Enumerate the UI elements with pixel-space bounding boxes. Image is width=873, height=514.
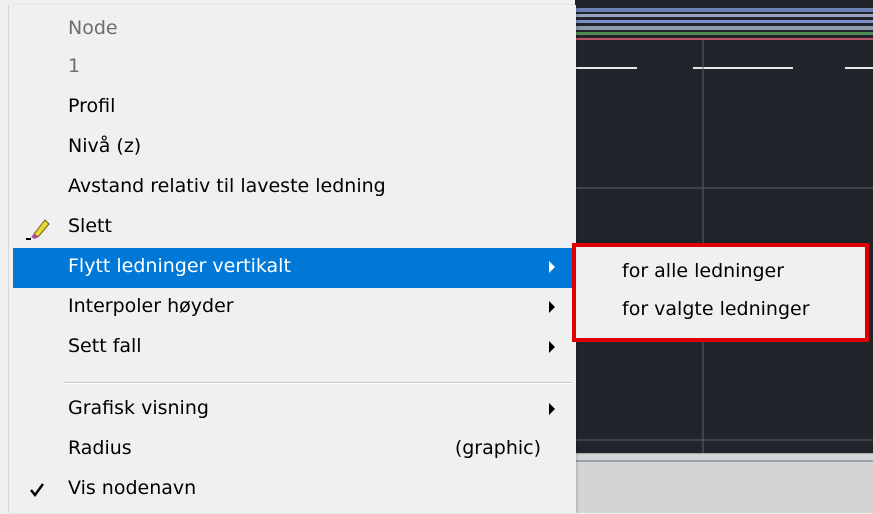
menu-item-label: Flytt ledninger vertikalt — [68, 255, 291, 277]
menu-item-label: Slett — [68, 215, 112, 237]
checkmark-icon — [17, 470, 57, 510]
menu-item-node-id: 1 — [13, 48, 574, 88]
menu-item-label: Profil — [68, 95, 116, 117]
context-menu: Node 1 Profil Nivå (z) Avstand relativ t… — [8, 5, 576, 513]
menu-item-radius[interactable]: Radius (graphic) — [13, 430, 574, 470]
menu-item-label: Interpoler høyder — [68, 295, 234, 317]
submenu-arrow-icon — [549, 261, 555, 273]
submenu-arrow-icon — [549, 403, 555, 415]
menu-item-label: Sett fall — [68, 335, 142, 357]
menu-item-label: Avstand relativ til laveste ledning — [68, 175, 386, 197]
eraser-icon — [25, 216, 51, 240]
menu-separator — [64, 382, 572, 384]
menu-item-label: Grafisk visning — [68, 397, 209, 419]
submenu-item-label: for valgte ledninger — [622, 298, 810, 320]
menu-item-vis-nodenavn[interactable]: Vis nodenavn — [13, 470, 574, 510]
menu-item-shortcut: (graphic) — [454, 437, 541, 459]
menu-item-profil[interactable]: Profil — [13, 88, 574, 128]
submenu-item-label: for alle ledninger — [622, 260, 785, 282]
submenu-arrow-icon — [549, 301, 555, 313]
menu-item-flytt-ledninger-vertikalt[interactable]: Flytt ledninger vertikalt — [13, 248, 574, 288]
viewport-graphics — [575, 8, 873, 453]
menu-item-label: Nivå (z) — [68, 135, 142, 157]
menu-item-label: Node — [68, 17, 118, 39]
menu-item-node: Node — [13, 10, 574, 50]
menu-item-avstand[interactable]: Avstand relativ til laveste ledning — [13, 168, 574, 208]
menu-item-niva[interactable]: Nivå (z) — [13, 128, 574, 168]
menu-item-label: Vis nodenavn — [68, 477, 197, 499]
submenu-item-for-alle-ledninger[interactable]: for alle ledninger — [580, 254, 865, 290]
menu-item-label: 1 — [68, 55, 81, 77]
menu-item-grafisk-visning[interactable]: Grafisk visning — [13, 390, 574, 430]
menu-item-interpoler-hoyder[interactable]: Interpoler høyder — [13, 288, 574, 328]
viewport-bottom-strip — [575, 453, 873, 513]
submenu-item-for-valgte-ledninger[interactable]: for valgte ledninger — [580, 292, 865, 328]
submenu-arrow-icon — [549, 341, 555, 353]
menu-item-slett[interactable]: Slett — [13, 208, 574, 248]
submenu-flytt-ledninger: for alle ledninger for valgte ledninger — [572, 243, 869, 342]
menu-item-label: Radius — [68, 437, 132, 459]
menu-item-sett-fall[interactable]: Sett fall — [13, 328, 574, 368]
